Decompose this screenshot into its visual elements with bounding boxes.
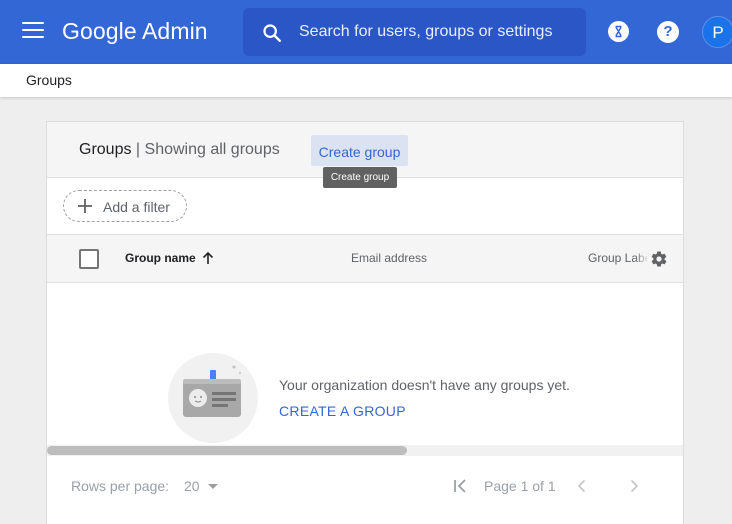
- card-subtitle: Showing all groups: [144, 141, 280, 158]
- search-box[interactable]: [243, 8, 586, 56]
- rows-per-page-label: Rows per page:: [71, 478, 170, 494]
- hourglass-icon[interactable]: [608, 21, 629, 42]
- add-filter-label: Add a filter: [103, 199, 170, 215]
- rows-per-page-select[interactable]: 20: [184, 478, 224, 496]
- brand-title[interactable]: Google Admin: [62, 18, 208, 45]
- search-icon[interactable]: [261, 22, 283, 44]
- top-app-bar: Google Admin ? P: [0, 0, 732, 64]
- caret-down-icon: [208, 484, 218, 489]
- plus-icon: [78, 199, 92, 213]
- empty-state-message: Your organization doesn't have any group…: [279, 377, 570, 393]
- help-icon[interactable]: ?: [657, 21, 679, 43]
- groups-card: Groups | Showing all groups Create group…: [46, 121, 684, 524]
- chevron-left-icon[interactable]: [573, 477, 591, 495]
- table-header: Group name Email address Group Labels: [47, 234, 683, 283]
- chevron-right-icon[interactable]: [625, 477, 643, 495]
- menu-icon[interactable]: [22, 22, 44, 40]
- breadcrumb: Groups: [0, 64, 732, 97]
- horizontal-scrollbar[interactable]: [47, 445, 683, 456]
- title-separator: |: [135, 141, 141, 158]
- group-card-icon: [168, 353, 258, 443]
- column-email-address[interactable]: Email address: [351, 251, 427, 265]
- column-settings-button[interactable]: [647, 235, 683, 282]
- column-group-name[interactable]: Group name: [125, 251, 196, 265]
- create-group-link[interactable]: CREATE A GROUP: [279, 403, 406, 419]
- create-group-button[interactable]: Create group: [311, 135, 408, 166]
- add-filter-button[interactable]: Add a filter: [63, 190, 187, 222]
- select-all-checkbox[interactable]: [79, 249, 99, 269]
- scrollbar-thumb[interactable]: [47, 446, 407, 455]
- create-group-tooltip: Create group: [323, 167, 397, 188]
- first-page-icon[interactable]: [452, 477, 470, 495]
- card-title: Groups | Showing all groups: [79, 141, 280, 159]
- gear-icon: [651, 251, 667, 267]
- rows-per-page-value: 20: [184, 478, 200, 494]
- breadcrumb-current: Groups: [26, 72, 72, 88]
- search-input[interactable]: [299, 8, 581, 56]
- arrow-up-icon[interactable]: [201, 251, 215, 265]
- card-title-main: Groups: [79, 141, 132, 158]
- account-avatar[interactable]: P: [702, 16, 732, 48]
- table-footer: Rows per page: 20 Page 1 of 1: [47, 456, 683, 524]
- page-info: Page 1 of 1: [484, 478, 556, 494]
